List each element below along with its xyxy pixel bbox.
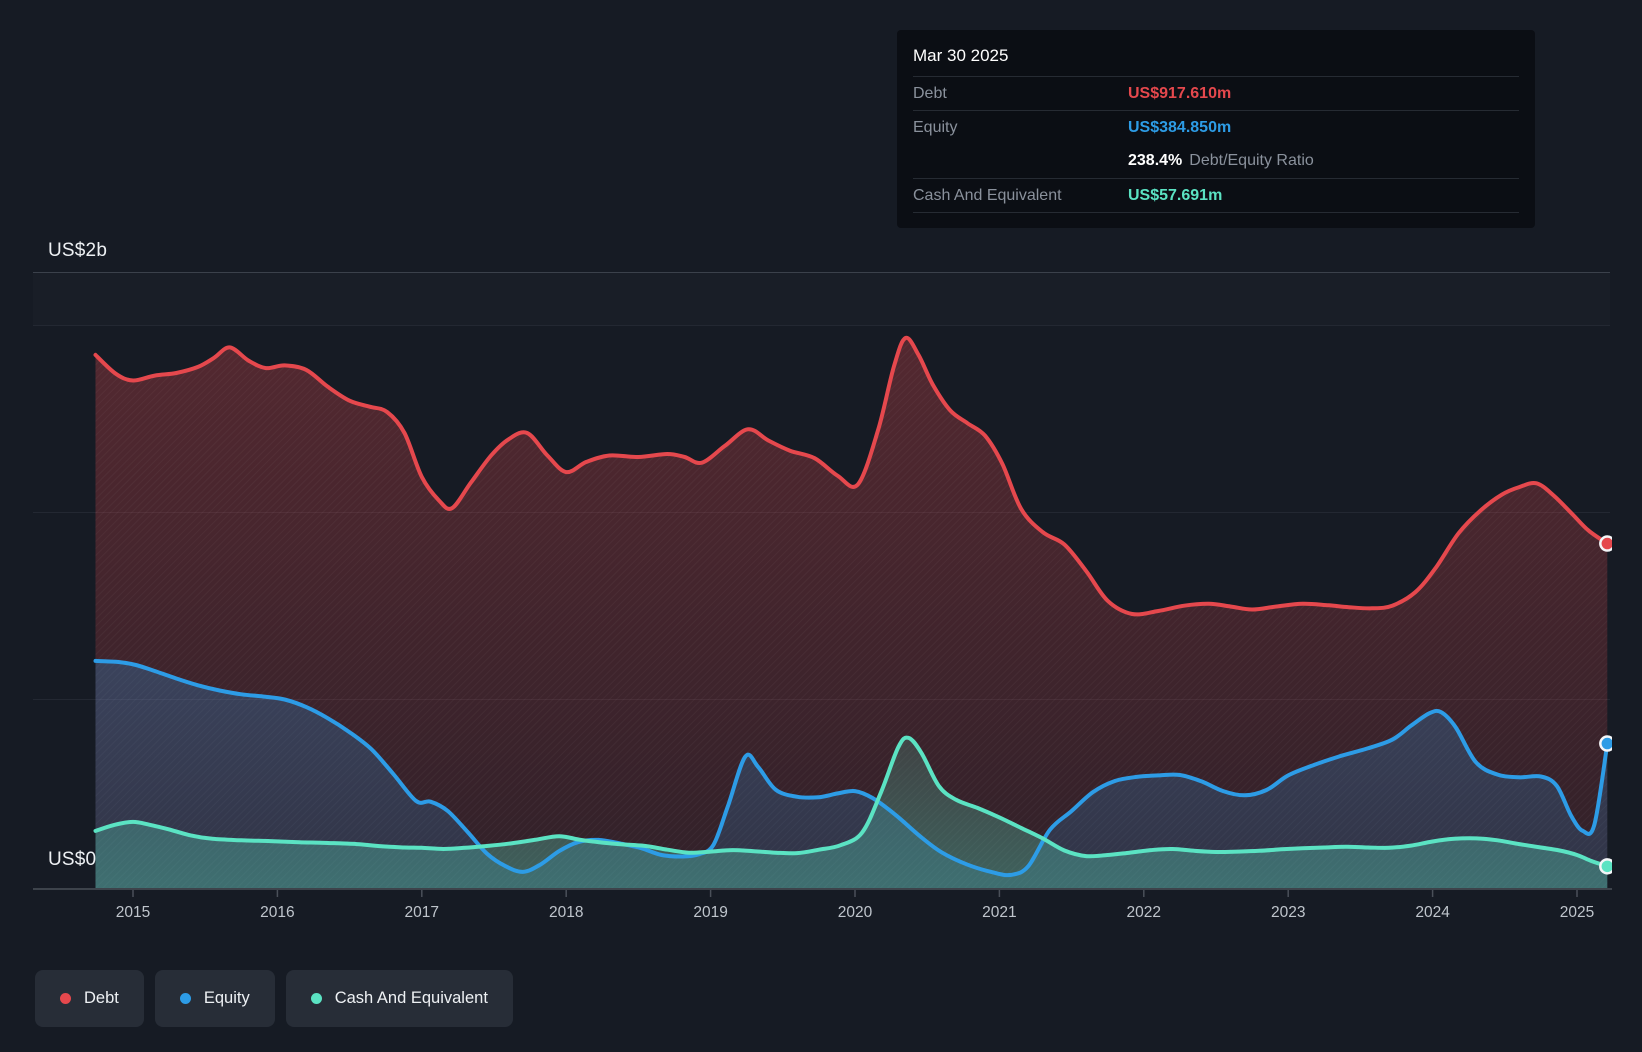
x-tick-label: 2017 <box>405 904 439 921</box>
tooltip-row-debt: Debt US$917.610m <box>913 77 1519 110</box>
tooltip-debt-label: Debt <box>913 85 1128 103</box>
x-tick-label: 2018 <box>549 904 583 921</box>
cash-series-dot-icon <box>311 993 322 1004</box>
x-tick-label: 2015 <box>116 904 150 921</box>
x-tick-label: 2022 <box>1127 904 1161 921</box>
chart-legend: Debt Equity Cash And Equivalent <box>35 970 513 1027</box>
legend-equity-label: Equity <box>204 989 250 1008</box>
tooltip-cash-value: US$57.691m <box>1128 187 1222 205</box>
x-tick-label: 2016 <box>260 904 294 921</box>
cash-and-equivalent-end-marker <box>1600 859 1614 873</box>
legend-cash-label: Cash And Equivalent <box>335 989 488 1008</box>
tooltip-equity-value: US$384.850m <box>1128 119 1231 137</box>
equity-series-dot-icon <box>180 993 191 1004</box>
tooltip-equity-label: Equity <box>913 119 1128 137</box>
debt-equity-ratio-value: 238.4% <box>1128 152 1182 170</box>
legend-item-equity[interactable]: Equity <box>155 970 275 1027</box>
legend-item-debt[interactable]: Debt <box>35 970 144 1027</box>
x-tick-label: 2025 <box>1560 904 1594 921</box>
y-axis-zero-label: US$0 <box>48 849 96 871</box>
tooltip-date: Mar 30 2025 <box>913 42 1519 76</box>
x-tick-label: 2023 <box>1271 904 1305 921</box>
legend-debt-label: Debt <box>84 989 119 1008</box>
legend-item-cash[interactable]: Cash And Equivalent <box>286 970 513 1027</box>
tooltip-cash-label: Cash And Equivalent <box>913 187 1128 205</box>
debt-end-marker <box>1600 537 1614 551</box>
tooltip-ratio-row: 238.4% Debt/Equity Ratio <box>913 144 1519 178</box>
equity-end-marker <box>1600 737 1614 751</box>
x-tick-label: 2021 <box>982 904 1016 921</box>
series-areas <box>96 338 1608 888</box>
x-tick-label: 2019 <box>693 904 727 921</box>
x-axis: 2015 2016 2017 2018 2019 2020 2021 2022 2023 2024… <box>33 889 1612 921</box>
x-tick-label: 2020 <box>838 904 873 921</box>
debt-series-dot-icon <box>60 993 71 1004</box>
tooltip-row-equity: Equity US$384.850m <box>913 111 1519 144</box>
debt-equity-history-chart: 2015 2016 2017 2018 2019 2020 2021 2022 2023 2024… <box>0 0 1642 1052</box>
hover-tooltip: Mar 30 2025 Debt US$917.610m Equity US$3… <box>897 30 1535 228</box>
tooltip-debt-value: US$917.610m <box>1128 85 1231 103</box>
y-axis-max-label: US$2b <box>48 240 107 262</box>
divider <box>913 212 1519 213</box>
tooltip-row-cash: Cash And Equivalent US$57.691m <box>913 179 1519 212</box>
debt-equity-ratio-label: Debt/Equity Ratio <box>1189 152 1314 170</box>
x-tick-label: 2024 <box>1415 904 1450 921</box>
